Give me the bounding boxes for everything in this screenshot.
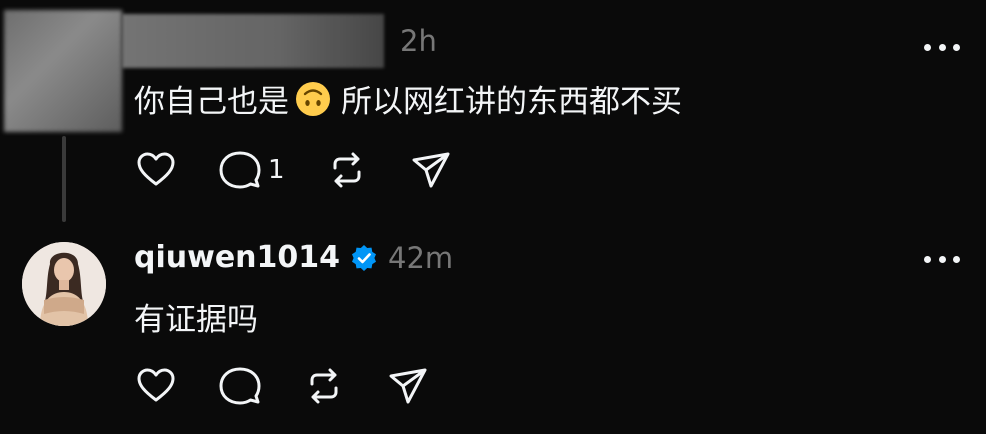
- avatar-image: [22, 242, 106, 326]
- share-icon: [412, 152, 450, 188]
- timestamp: 42m: [388, 240, 454, 275]
- post-header: 2h: [390, 24, 437, 58]
- repost-button[interactable]: [325, 148, 369, 192]
- share-button[interactable]: [386, 364, 430, 408]
- more-options-button[interactable]: [924, 254, 960, 264]
- username[interactable]: qiuwen1014: [134, 240, 340, 275]
- like-button[interactable]: [134, 364, 178, 408]
- heart-icon: [137, 152, 175, 186]
- comment-button[interactable]: 1: [218, 148, 285, 192]
- more-options-button[interactable]: [924, 42, 960, 52]
- upside-down-face-emoji: [296, 81, 330, 116]
- repost-icon: [310, 368, 338, 404]
- comment-button[interactable]: [218, 364, 262, 408]
- post-text: 有证据吗: [134, 294, 258, 339]
- reply-post-2: qiuwen1014 42m 有证据吗: [0, 222, 986, 434]
- verified-icon: [352, 244, 377, 271]
- post-text-part-2: 所以网红讲的东西都不买: [341, 84, 682, 120]
- reply-count: 1: [268, 155, 285, 185]
- share-button[interactable]: [409, 148, 453, 192]
- repost-button[interactable]: [302, 364, 346, 408]
- post-text-content: 有证据吗: [134, 302, 258, 338]
- post-text-part-1: 你自己也是: [134, 84, 289, 120]
- post-text: 你自己也是 所以网红讲的东西都不买: [134, 76, 682, 121]
- share-icon: [389, 368, 427, 404]
- thread-line: [62, 136, 66, 222]
- avatar-blurred[interactable]: [4, 10, 122, 132]
- heart-icon: [137, 368, 175, 402]
- reply-post-1: 2h 你自己也是 所以网红讲的东西都不买 1: [0, 0, 986, 222]
- post-header: qiuwen1014 42m: [134, 240, 453, 275]
- repost-icon: [333, 152, 361, 188]
- like-button[interactable]: [134, 148, 178, 192]
- more-icon: [924, 255, 931, 263]
- action-bar: 1: [134, 148, 493, 192]
- comment-icon: [219, 367, 261, 405]
- action-bar: [134, 364, 470, 408]
- avatar[interactable]: [22, 242, 106, 326]
- more-icon: [924, 43, 931, 51]
- username-blurred[interactable]: [122, 14, 384, 68]
- comment-icon: [219, 151, 261, 189]
- timestamp: 2h: [400, 24, 437, 58]
